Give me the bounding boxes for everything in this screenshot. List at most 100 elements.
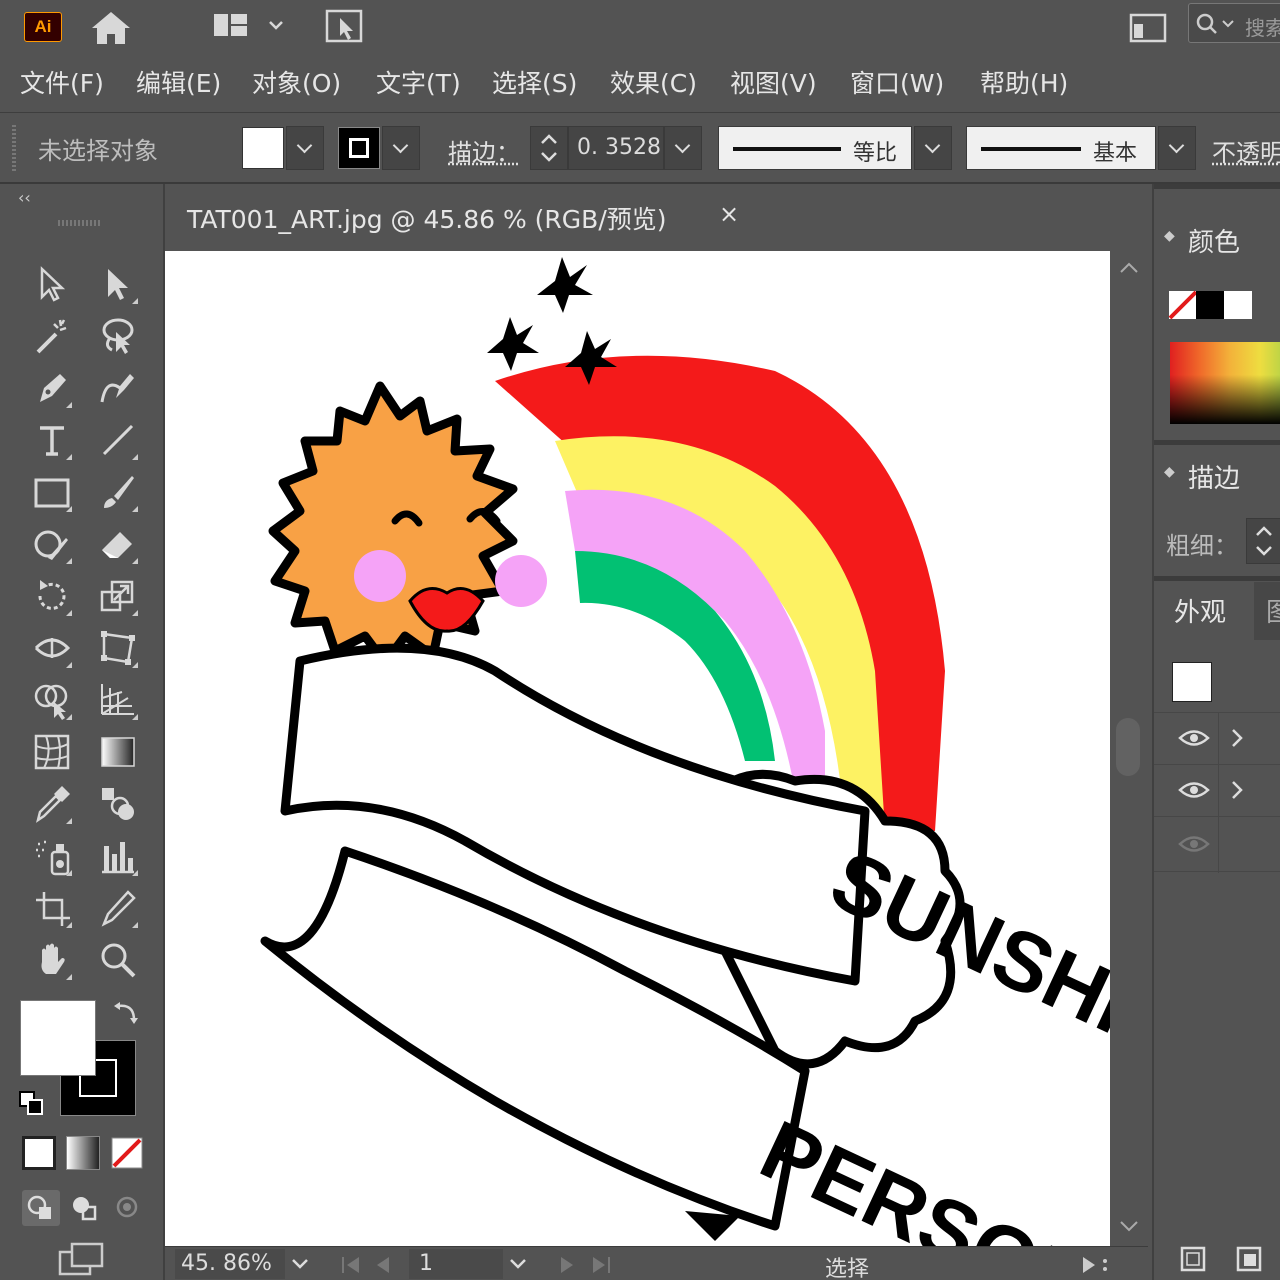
duplicate-item-icon[interactable] xyxy=(1234,1244,1264,1274)
first-artboard-icon[interactable] xyxy=(339,1255,363,1275)
opacity-label[interactable]: 不透明 xyxy=(1212,133,1280,168)
scroll-thumb[interactable] xyxy=(1116,718,1140,776)
stroke-swatch[interactable] xyxy=(338,127,380,169)
panel-expand-icon[interactable]: ◆ xyxy=(1164,228,1175,244)
menu-item-2[interactable]: 对象(O) xyxy=(252,64,341,100)
draw-inside-icon[interactable] xyxy=(110,1190,148,1226)
search-input[interactable]: 搜索 xyxy=(1188,3,1280,43)
stroke-weight-stepper[interactable] xyxy=(530,126,568,170)
brush-dropdown[interactable] xyxy=(1158,126,1196,170)
menu-item-7[interactable]: 窗口(W) xyxy=(850,64,944,100)
menu-item-3[interactable]: 文字(T) xyxy=(376,64,461,100)
artboard[interactable]: SUNSHINE PERSON xyxy=(165,251,1251,1280)
rotate-tool[interactable] xyxy=(28,572,76,620)
appearance-row-stroke[interactable] xyxy=(1154,712,1280,765)
magic-wand-tool[interactable] xyxy=(28,312,76,360)
last-artboard-icon[interactable] xyxy=(589,1255,613,1275)
scale-tool[interactable] xyxy=(94,572,142,620)
vertical-scrollbar[interactable] xyxy=(1110,248,1148,1246)
screen-mode-icon[interactable] xyxy=(56,1242,108,1278)
eyedropper-tool[interactable] xyxy=(28,780,76,828)
draw-normal-button[interactable] xyxy=(22,1190,60,1226)
menu-item-8[interactable]: 帮助(H) xyxy=(980,64,1068,100)
color-panel-header[interactable]: ◆ 颜色 xyxy=(1154,212,1280,268)
rectangle-tool[interactable] xyxy=(28,468,76,516)
gradient-tool[interactable] xyxy=(94,728,142,776)
shaper-tool[interactable] xyxy=(28,520,76,568)
color-mode-button[interactable] xyxy=(22,1136,56,1170)
artboard-number-field[interactable]: 1 xyxy=(409,1249,503,1279)
menu-item-5[interactable]: 效果(C) xyxy=(610,64,697,100)
arrange-icon[interactable] xyxy=(324,8,366,46)
grip-handle[interactable] xyxy=(12,125,16,171)
expand-arrow-icon[interactable] xyxy=(1230,779,1244,801)
fill-swatch[interactable] xyxy=(242,127,284,169)
mesh-tool[interactable] xyxy=(28,728,76,776)
next-artboard-icon[interactable] xyxy=(557,1255,577,1275)
expand-arrow-icon[interactable] xyxy=(1230,727,1244,749)
line-segment-tool[interactable] xyxy=(94,416,142,464)
perspective-grid-tool[interactable] xyxy=(94,676,142,724)
zoom-tool[interactable] xyxy=(94,936,142,984)
stroke-weight-field[interactable]: 0. 3528 xyxy=(568,126,664,170)
black-swatch[interactable] xyxy=(1196,291,1224,319)
free-transform-tool[interactable] xyxy=(94,624,142,672)
type-tool[interactable] xyxy=(28,416,76,464)
zoom-dropdown-icon[interactable] xyxy=(289,1255,311,1273)
workspace-icon[interactable] xyxy=(212,12,288,42)
blend-tool[interactable] xyxy=(94,780,142,828)
fill-dropdown[interactable] xyxy=(286,126,324,170)
none-swatch-icon[interactable] xyxy=(1168,290,1198,320)
home-icon[interactable] xyxy=(90,10,132,46)
eraser-tool[interactable] xyxy=(94,520,142,568)
stroke-weight-stepper[interactable] xyxy=(1246,518,1280,564)
default-colors-icon[interactable] xyxy=(18,1090,46,1118)
stroke-panel-header[interactable]: ◆ 描边 xyxy=(1154,448,1280,504)
appearance-row-opacity[interactable] xyxy=(1154,816,1280,873)
stroke-label[interactable]: 描边： xyxy=(448,133,520,168)
width-tool[interactable] xyxy=(28,624,76,672)
scroll-down-icon[interactable] xyxy=(1118,1218,1140,1234)
gradient-mode-button[interactable] xyxy=(66,1136,100,1170)
appearance-tab[interactable]: 外观 xyxy=(1154,582,1250,640)
scroll-up-icon[interactable] xyxy=(1118,260,1140,276)
eye-icon[interactable] xyxy=(1178,729,1210,747)
toolbar-grip[interactable] xyxy=(58,220,102,226)
panel-expand-icon[interactable]: ◆ xyxy=(1164,464,1175,480)
previous-artboard-icon[interactable] xyxy=(373,1255,393,1275)
panel-layout-icon[interactable] xyxy=(1128,12,1168,44)
draw-behind-icon[interactable] xyxy=(66,1190,104,1226)
menu-item-0[interactable]: 文件(F) xyxy=(20,64,104,100)
artboard-tool[interactable] xyxy=(28,884,76,932)
hand-tool[interactable] xyxy=(28,936,76,984)
brush-definition[interactable]: 基本 xyxy=(966,126,1156,170)
curvature-tool[interactable] xyxy=(94,364,142,412)
menu-item-4[interactable]: 选择(S) xyxy=(492,64,577,100)
canvas-area[interactable]: SUNSHINE PERSON xyxy=(165,248,1251,1280)
selection-tool[interactable] xyxy=(28,260,76,308)
column-graph-tool[interactable] xyxy=(94,832,142,880)
zoom-field[interactable]: 45. 86% xyxy=(175,1249,285,1279)
slice-tool[interactable] xyxy=(94,884,142,932)
next-panel-tab[interactable]: 图 xyxy=(1254,582,1280,640)
lasso-tool[interactable] xyxy=(94,312,142,360)
stroke-weight-dropdown[interactable] xyxy=(664,126,702,170)
none-mode-icon[interactable] xyxy=(110,1136,144,1170)
shape-builder-tool[interactable] xyxy=(28,676,76,724)
variable-width-dropdown[interactable] xyxy=(914,126,952,170)
close-document-button[interactable]: × xyxy=(719,200,739,228)
menu-item-6[interactable]: 视图(V) xyxy=(730,64,817,100)
direct-selection-tool[interactable] xyxy=(94,260,142,308)
swap-colors-icon[interactable] xyxy=(112,1000,142,1030)
color-panel-swatches[interactable] xyxy=(1168,290,1254,320)
white-swatch[interactable] xyxy=(1224,291,1252,319)
variable-width-profile[interactable]: 等比 xyxy=(718,126,912,170)
fill-color-swatch-front[interactable] xyxy=(20,1000,96,1076)
eye-icon[interactable] xyxy=(1178,835,1210,853)
color-spectrum[interactable] xyxy=(1170,342,1280,424)
collapse-toolbar-icon[interactable]: ‹‹ xyxy=(18,188,31,207)
clear-appearance-icon[interactable] xyxy=(1178,1244,1208,1274)
paintbrush-tool[interactable] xyxy=(94,468,142,516)
menu-item-1[interactable]: 编辑(E) xyxy=(136,64,221,100)
symbol-sprayer-tool[interactable] xyxy=(28,832,76,880)
